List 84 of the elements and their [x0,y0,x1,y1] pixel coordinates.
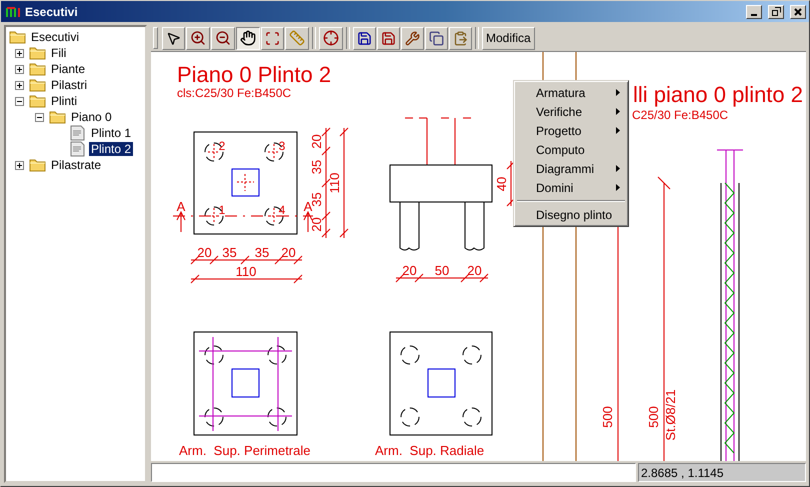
folder-icon [29,158,46,172]
save-icon[interactable] [353,26,376,50]
expand-toggle[interactable] [14,48,24,58]
save-icon[interactable] [377,26,400,50]
bar-number: 3 [278,139,286,153]
menu-item[interactable]: Computo [516,140,626,159]
menu-item[interactable]: Verifiche [516,102,626,121]
paste-icon[interactable] [449,26,472,50]
document-icon [69,141,86,157]
menu-item[interactable]: Domini [516,178,626,197]
dimension-value: 110 [236,264,256,279]
rebar-drawing [264,142,284,162]
minimize-icon [751,14,757,16]
dimension-value: 35 [254,245,270,260]
dimension-line [506,160,516,206]
plan-caption: Arm. Sup. Radiale [375,443,484,458]
expand-toggle[interactable] [14,160,24,170]
bar-number: 1 [218,203,226,217]
close-icon [794,8,802,16]
rebar-drawing [204,142,224,162]
dimension-value: 20 [309,217,324,232]
zoom-out-icon[interactable] [211,26,235,50]
dimension-value: 35 [222,245,237,260]
tree-item[interactable]: Piante [49,62,88,76]
menu-item[interactable]: Diagrammi [516,159,626,178]
close-button[interactable] [790,4,806,18]
zoom-window-icon[interactable] [261,26,284,50]
copy-icon[interactable] [425,26,448,50]
dimension-value: 20 [281,245,296,260]
tree-item[interactable]: Esecutivi [29,30,82,44]
dimension-value: 50 [434,263,450,278]
column-section-drawing [232,168,260,196]
dimension-value: 20 [197,245,212,260]
drawing-subtitle: cls:C25/30 Fe:B450C [177,86,292,100]
folder-icon [29,62,46,76]
tree-item[interactable]: Plinto 2 [89,142,134,156]
tools-icon[interactable] [401,26,424,50]
expand-toggle[interactable] [14,80,24,90]
tree-item[interactable]: Plinti [49,94,80,108]
stirrup-label: St.Ø8/21 [663,389,678,441]
dimension-value: 20 [402,263,417,278]
menu-item[interactable]: Armatura [516,83,626,102]
folder-icon [29,78,46,92]
zoom-in-icon[interactable] [186,26,210,50]
coordinates-field: 2.8685 , 1.1145 [638,463,806,482]
folder-icon [29,94,46,108]
elevation-subtitle: C25/30 Fe:B450C [632,108,728,122]
tree-item[interactable]: Pilastri [49,78,90,92]
tree-item[interactable]: Fili [49,46,68,60]
dimension-value: 110 [327,172,342,194]
window-title: Esecutivi [25,4,79,18]
elevation-title: lli piano 0 plinto 2 [633,82,804,107]
bar-number: 4 [278,203,286,217]
dimension-value: 35 [309,160,324,174]
folder-icon [9,30,26,44]
dimension-value: 40 [494,176,509,192]
pointer-icon[interactable] [162,26,185,50]
tree-item[interactable]: Piano 0 [69,110,114,124]
minimize-button[interactable] [746,4,762,18]
expand-toggle[interactable] [34,112,44,122]
hand-icon[interactable] [236,26,260,50]
crosshair-icon[interactable] [319,26,343,50]
drawing-title: Piano 0 Plinto 2 [177,62,332,87]
expand-toggle[interactable] [14,96,24,106]
bar-number: 2 [218,139,226,153]
ruler-icon[interactable] [285,26,309,50]
restore-button[interactable] [768,4,784,18]
tree-item[interactable]: Plinto 1 [89,126,134,140]
length-value: 500 [646,406,661,428]
app-icon [5,6,21,16]
tree-item[interactable]: Pilastrate [49,158,104,172]
folder-icon [49,110,66,124]
length-value: 500 [600,406,615,428]
restore-icon [772,7,780,16]
expand-toggle[interactable] [14,64,24,74]
menu-item[interactable]: Progetto [516,121,626,140]
folder-icon [29,46,46,60]
document-icon [69,125,86,141]
dimension-value: 20 [309,134,324,149]
edit-button[interactable]: Modifica [482,26,535,50]
dimension-value: 20 [467,263,482,278]
menu-item[interactable]: Disegno plinto [516,205,626,224]
section-mark: A [176,199,186,214]
plan-caption: Arm. Sup. Perimetrale [179,443,310,458]
